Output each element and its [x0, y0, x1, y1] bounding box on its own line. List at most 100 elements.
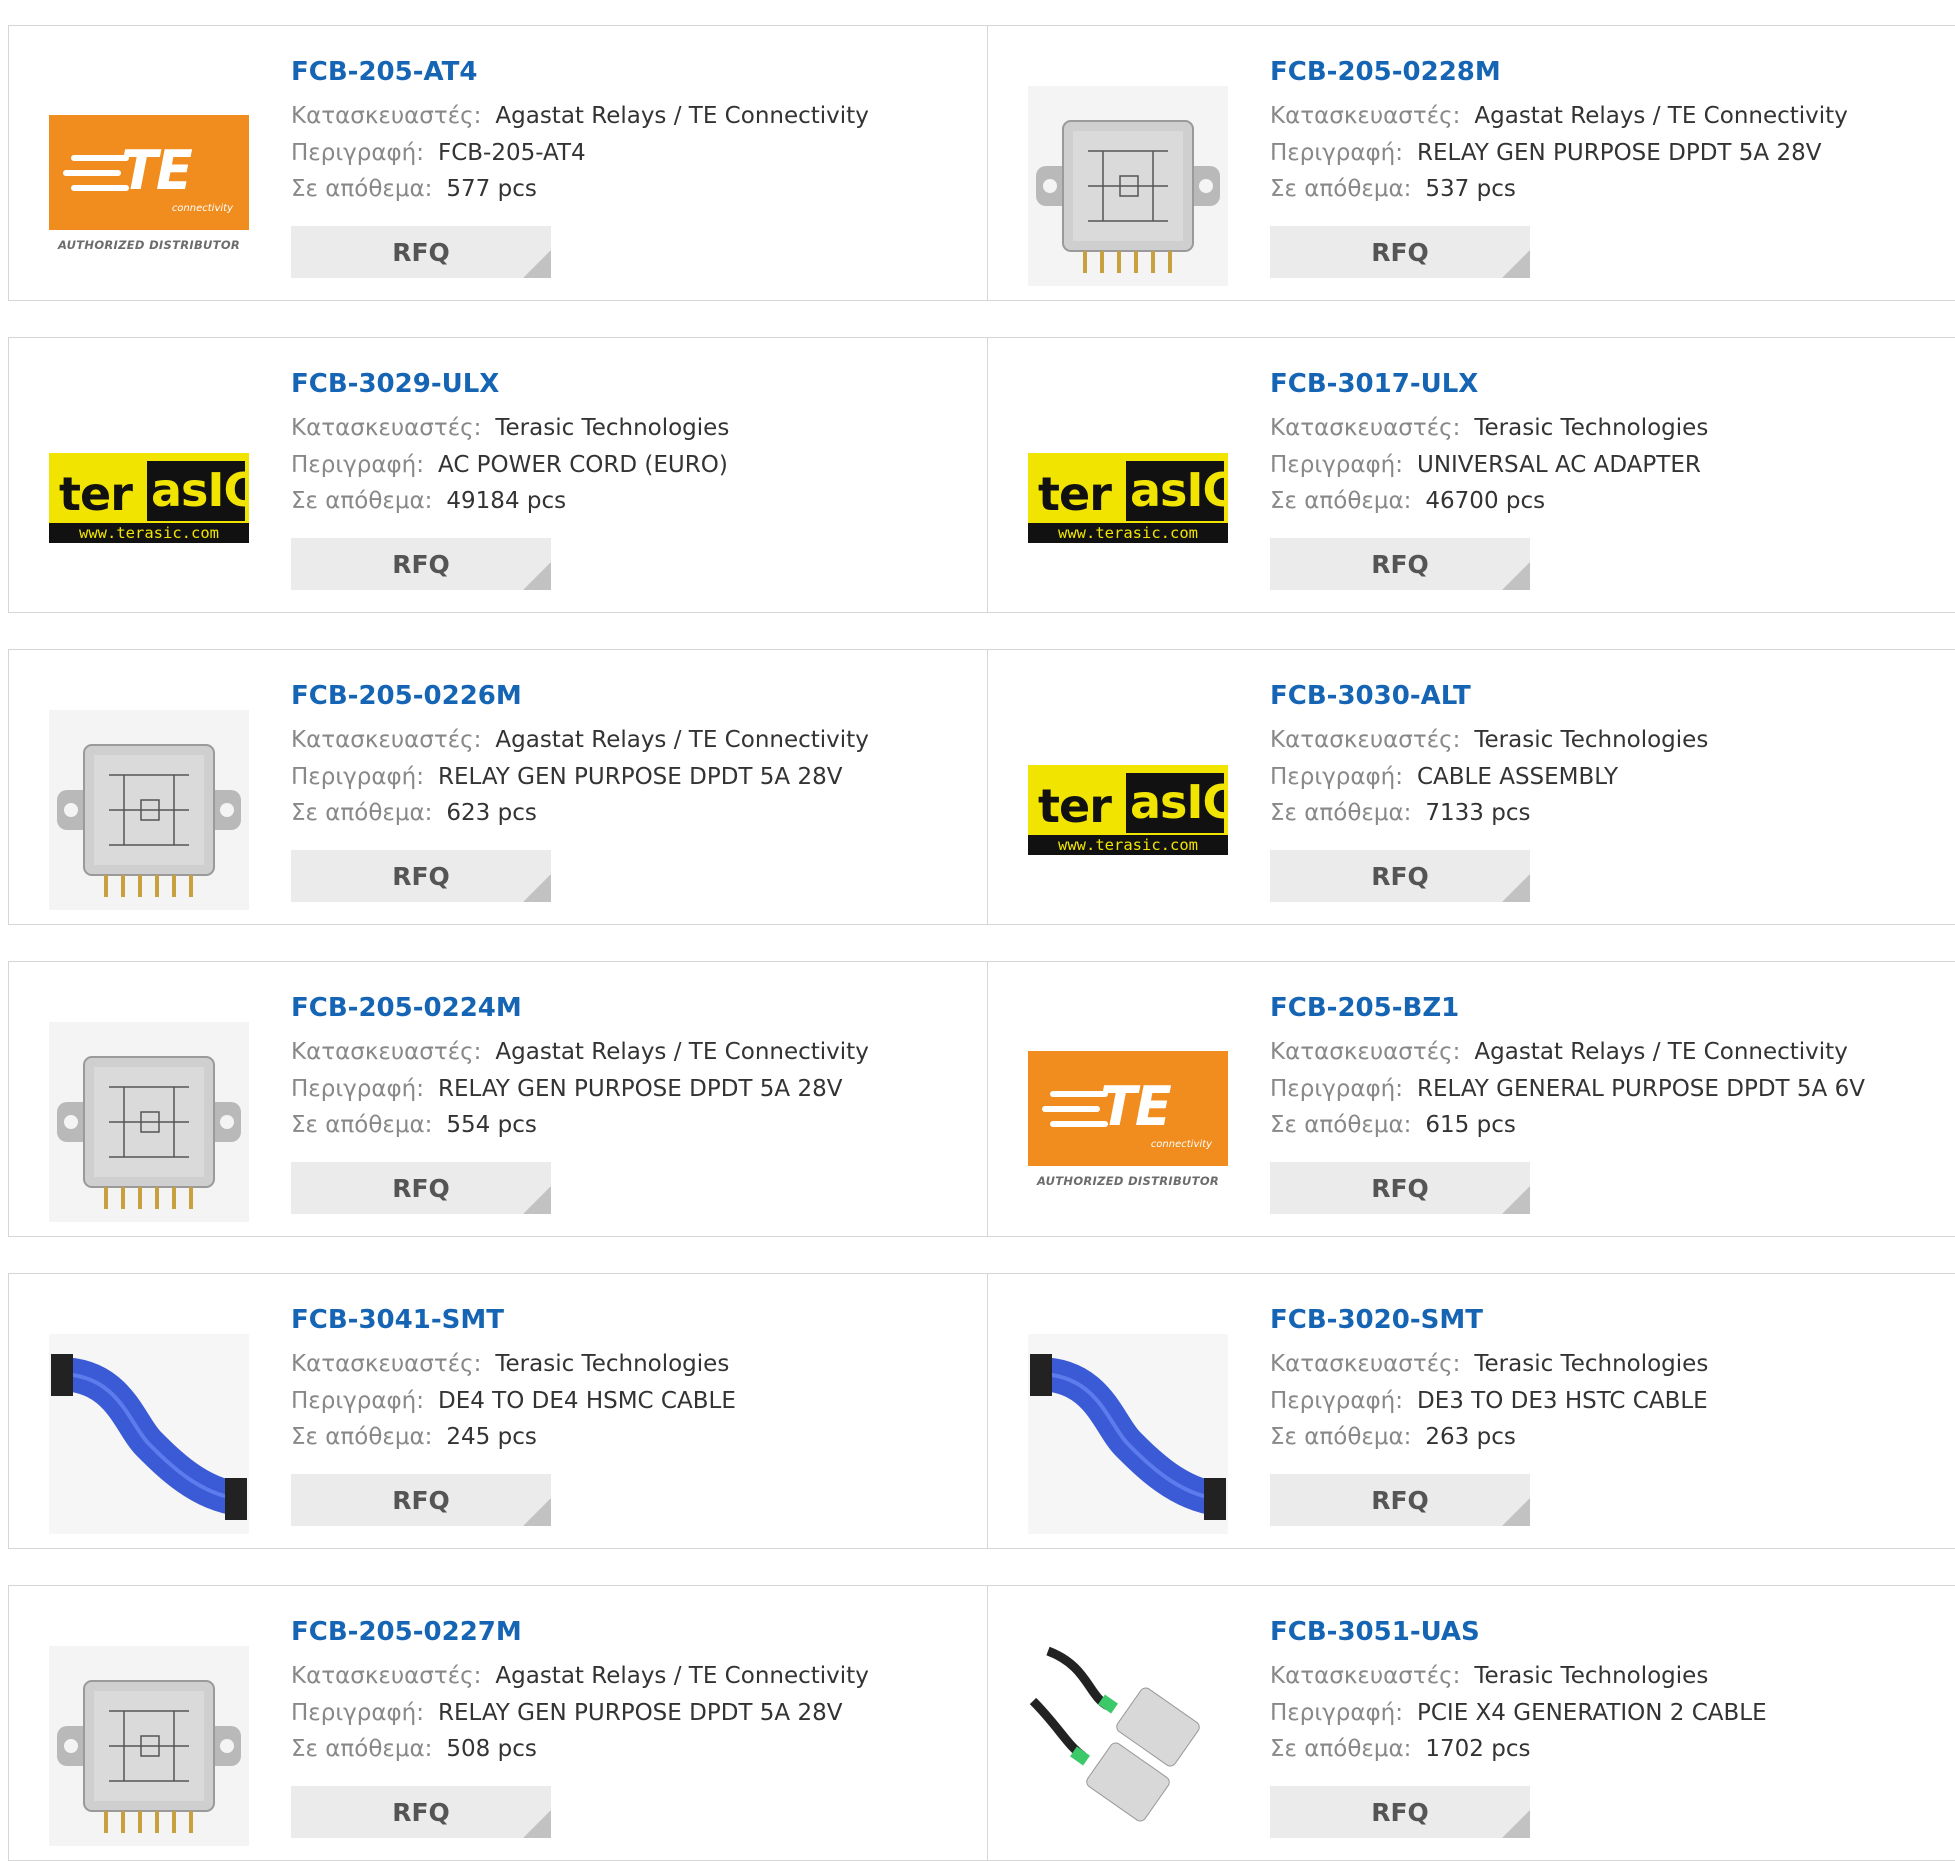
- product-title-link[interactable]: FCB-3041-SMT: [291, 1302, 504, 1338]
- product-title-link[interactable]: FCB-3051-UAS: [1270, 1614, 1480, 1650]
- product-card: ter asIC www.terasic.com FCB-3029-ULX Κατασκ…: [8, 337, 988, 613]
- product-title-link[interactable]: FCB-205-AT4: [291, 54, 477, 90]
- product-card: TE connectivity AUTHORIZED DISTRIBUTOR FCB-…: [987, 961, 1955, 1237]
- product-card: FCB-3041-SMT Κατασκευαστές: Terasic Techno…: [8, 1273, 988, 1549]
- manufacturer-row: Κατασκευαστές: Terasic Technologies: [1270, 722, 1955, 759]
- stock-value: 577 pcs: [446, 176, 537, 202]
- rfq-button[interactable]: RFQ: [1270, 538, 1530, 590]
- rfq-label: RFQ: [392, 862, 450, 891]
- product-thumbnail[interactable]: [1028, 1646, 1228, 1846]
- product-thumbnail[interactable]: TE connectivity AUTHORIZED DISTRIBUTOR: [49, 86, 249, 286]
- rfq-button[interactable]: RFQ: [291, 1786, 551, 1838]
- product-info: FCB-3017-ULX Κατασκευαστές: Terasic Techno…: [1270, 366, 1955, 520]
- stock-value: 49184 pcs: [446, 488, 567, 514]
- manufacturer-row: Κατασκευαστές: Terasic Technologies: [291, 410, 977, 447]
- product-title-link[interactable]: FCB-3029-ULX: [291, 366, 499, 402]
- manufacturer-row: Κατασκευαστές: Terasic Technologies: [1270, 1346, 1955, 1383]
- rfq-button[interactable]: RFQ: [291, 538, 551, 590]
- manufacturer-row: Κατασκευαστές: Agastat Relays / TE Connec…: [1270, 1034, 1955, 1071]
- manufacturer-label: Κατασκευαστές:: [1270, 415, 1461, 441]
- rfq-button[interactable]: RFQ: [291, 1162, 551, 1214]
- description-row: Περιγραφή: RELAY GEN PURPOSE DPDT 5A 28V: [291, 1071, 977, 1108]
- stock-label: Σε απόθεμα:: [291, 1424, 433, 1450]
- description-value: RELAY GEN PURPOSE DPDT 5A 28V: [1416, 139, 1822, 166]
- stock-label: Σε απόθεμα:: [291, 1736, 433, 1762]
- description-row: Περιγραφή: AC POWER CORD (EURO): [291, 447, 977, 484]
- ribbon-cable-photo: [1028, 1334, 1228, 1534]
- stock-label: Σε απόθεμα:: [291, 176, 433, 202]
- rfq-button[interactable]: RFQ: [1270, 1162, 1530, 1214]
- corner-triangle-icon: [523, 1498, 551, 1526]
- description-label: Περιγραφή:: [291, 763, 424, 790]
- product-thumbnail[interactable]: [1028, 86, 1228, 286]
- relay-photo: [49, 710, 249, 910]
- product-thumbnail[interactable]: [49, 1646, 249, 1846]
- product-thumbnail[interactable]: ter asIC www.terasic.com: [1028, 710, 1228, 910]
- stock-row: Σε απόθεμα: 7133 pcs: [1270, 795, 1955, 832]
- product-title-link[interactable]: FCB-205-0224M: [291, 990, 522, 1026]
- rfq-label: RFQ: [392, 1174, 450, 1203]
- description-row: Περιγραφή: DE4 TO DE4 HSMC CABLE: [291, 1383, 977, 1420]
- stock-row: Σε απόθεμα: 508 pcs: [291, 1731, 977, 1768]
- product-thumbnail[interactable]: [1028, 1334, 1228, 1534]
- corner-triangle-icon: [523, 874, 551, 902]
- product-info: FCB-3051-UAS Κατασκευαστές: Terasic Techno…: [1270, 1614, 1955, 1768]
- te-connectivity-logo: TE connectivity AUTHORIZED DISTRIBUTOR: [1028, 1051, 1228, 1193]
- stock-value: 263 pcs: [1425, 1424, 1516, 1450]
- manufacturer-value: Agastat Relays / TE Connectivity: [1474, 1039, 1848, 1065]
- manufacturer-label: Κατασκευαστές:: [291, 1663, 482, 1689]
- product-info: FCB-205-0226M Κατασκευαστές: Agastat Relay…: [291, 678, 977, 832]
- product-title-link[interactable]: FCB-3017-ULX: [1270, 366, 1478, 402]
- corner-triangle-icon: [523, 1186, 551, 1214]
- manufacturer-row: Κατασκευαστές: Terasic Technologies: [291, 1346, 977, 1383]
- description-row: Περιγραφή: RELAY GEN PURPOSE DPDT 5A 28V: [1270, 135, 1955, 172]
- stock-value: 554 pcs: [446, 1112, 537, 1138]
- product-title-link[interactable]: FCB-3030-ALT: [1270, 678, 1471, 714]
- stock-label: Σε απόθεμα:: [291, 800, 433, 826]
- stock-row: Σε απόθεμα: 554 pcs: [291, 1107, 977, 1144]
- product-info: FCB-3030-ALT Κατασκευαστές: Terasic Techno…: [1270, 678, 1955, 832]
- product-info: FCB-205-0228M Κατασκευαστές: Agastat Relay…: [1270, 54, 1955, 208]
- description-row: Περιγραφή: CABLE ASSEMBLY: [1270, 759, 1955, 796]
- rfq-button[interactable]: RFQ: [291, 226, 551, 278]
- product-thumbnail[interactable]: ter asIC www.terasic.com: [49, 398, 249, 598]
- rfq-button[interactable]: RFQ: [291, 1474, 551, 1526]
- description-label: Περιγραφή:: [291, 139, 424, 166]
- product-thumbnail[interactable]: ter asIC www.terasic.com: [1028, 398, 1228, 598]
- stock-value: 46700 pcs: [1425, 488, 1546, 514]
- product-info: FCB-205-0224M Κατασκευαστές: Agastat Relay…: [291, 990, 977, 1144]
- stock-row: Σε απόθεμα: 49184 pcs: [291, 483, 977, 520]
- product-title-link[interactable]: FCB-3020-SMT: [1270, 1302, 1483, 1338]
- manufacturer-label: Κατασκευαστές:: [1270, 1039, 1461, 1065]
- product-info: FCB-3029-ULX Κατασκευαστές: Terasic Techno…: [291, 366, 977, 520]
- rfq-label: RFQ: [392, 1486, 450, 1515]
- manufacturer-row: Κατασκευαστές: Agastat Relays / TE Connec…: [291, 722, 977, 759]
- product-thumbnail[interactable]: TE connectivity AUTHORIZED DISTRIBUTOR: [1028, 1022, 1228, 1222]
- rfq-label: RFQ: [392, 550, 450, 579]
- product-thumbnail[interactable]: [49, 710, 249, 910]
- stock-row: Σε απόθεμα: 577 pcs: [291, 171, 977, 208]
- product-card: ter asIC www.terasic.com FCB-3017-ULX Κατασκ…: [987, 337, 1955, 613]
- product-title-link[interactable]: FCB-205-0227M: [291, 1614, 522, 1650]
- manufacturer-label: Κατασκευαστές:: [1270, 1351, 1461, 1377]
- rfq-button[interactable]: RFQ: [1270, 226, 1530, 278]
- stock-value: 7133 pcs: [1425, 800, 1531, 826]
- product-thumbnail[interactable]: [49, 1022, 249, 1222]
- rfq-button[interactable]: RFQ: [1270, 850, 1530, 902]
- product-title-link[interactable]: FCB-205-BZ1: [1270, 990, 1459, 1026]
- description-value: RELAY GENERAL PURPOSE DPDT 5A 6V: [1416, 1075, 1865, 1102]
- product-grid: TE connectivity AUTHORIZED DISTRIBUTOR FCB-…: [0, 0, 1955, 1861]
- description-row: Περιγραφή: UNIVERSAL AC ADAPTER: [1270, 447, 1955, 484]
- rfq-button[interactable]: RFQ: [291, 850, 551, 902]
- rfq-button[interactable]: RFQ: [1270, 1474, 1530, 1526]
- description-row: Περιγραφή: RELAY GENERAL PURPOSE DPDT 5A …: [1270, 1071, 1955, 1108]
- product-title-link[interactable]: FCB-205-0226M: [291, 678, 522, 714]
- product-thumbnail[interactable]: [49, 1334, 249, 1534]
- rfq-label: RFQ: [1371, 1798, 1429, 1827]
- product-card: FCB-3020-SMT Κατασκευαστές: Terasic Techno…: [987, 1273, 1955, 1549]
- product-title-link[interactable]: FCB-205-0228M: [1270, 54, 1501, 90]
- rfq-button[interactable]: RFQ: [1270, 1786, 1530, 1838]
- manufacturer-label: Κατασκευαστές:: [291, 415, 482, 441]
- product-card: FCB-205-0228M Κατασκευαστές: Agastat Relay…: [987, 25, 1955, 301]
- manufacturer-label: Κατασκευαστές:: [291, 103, 482, 129]
